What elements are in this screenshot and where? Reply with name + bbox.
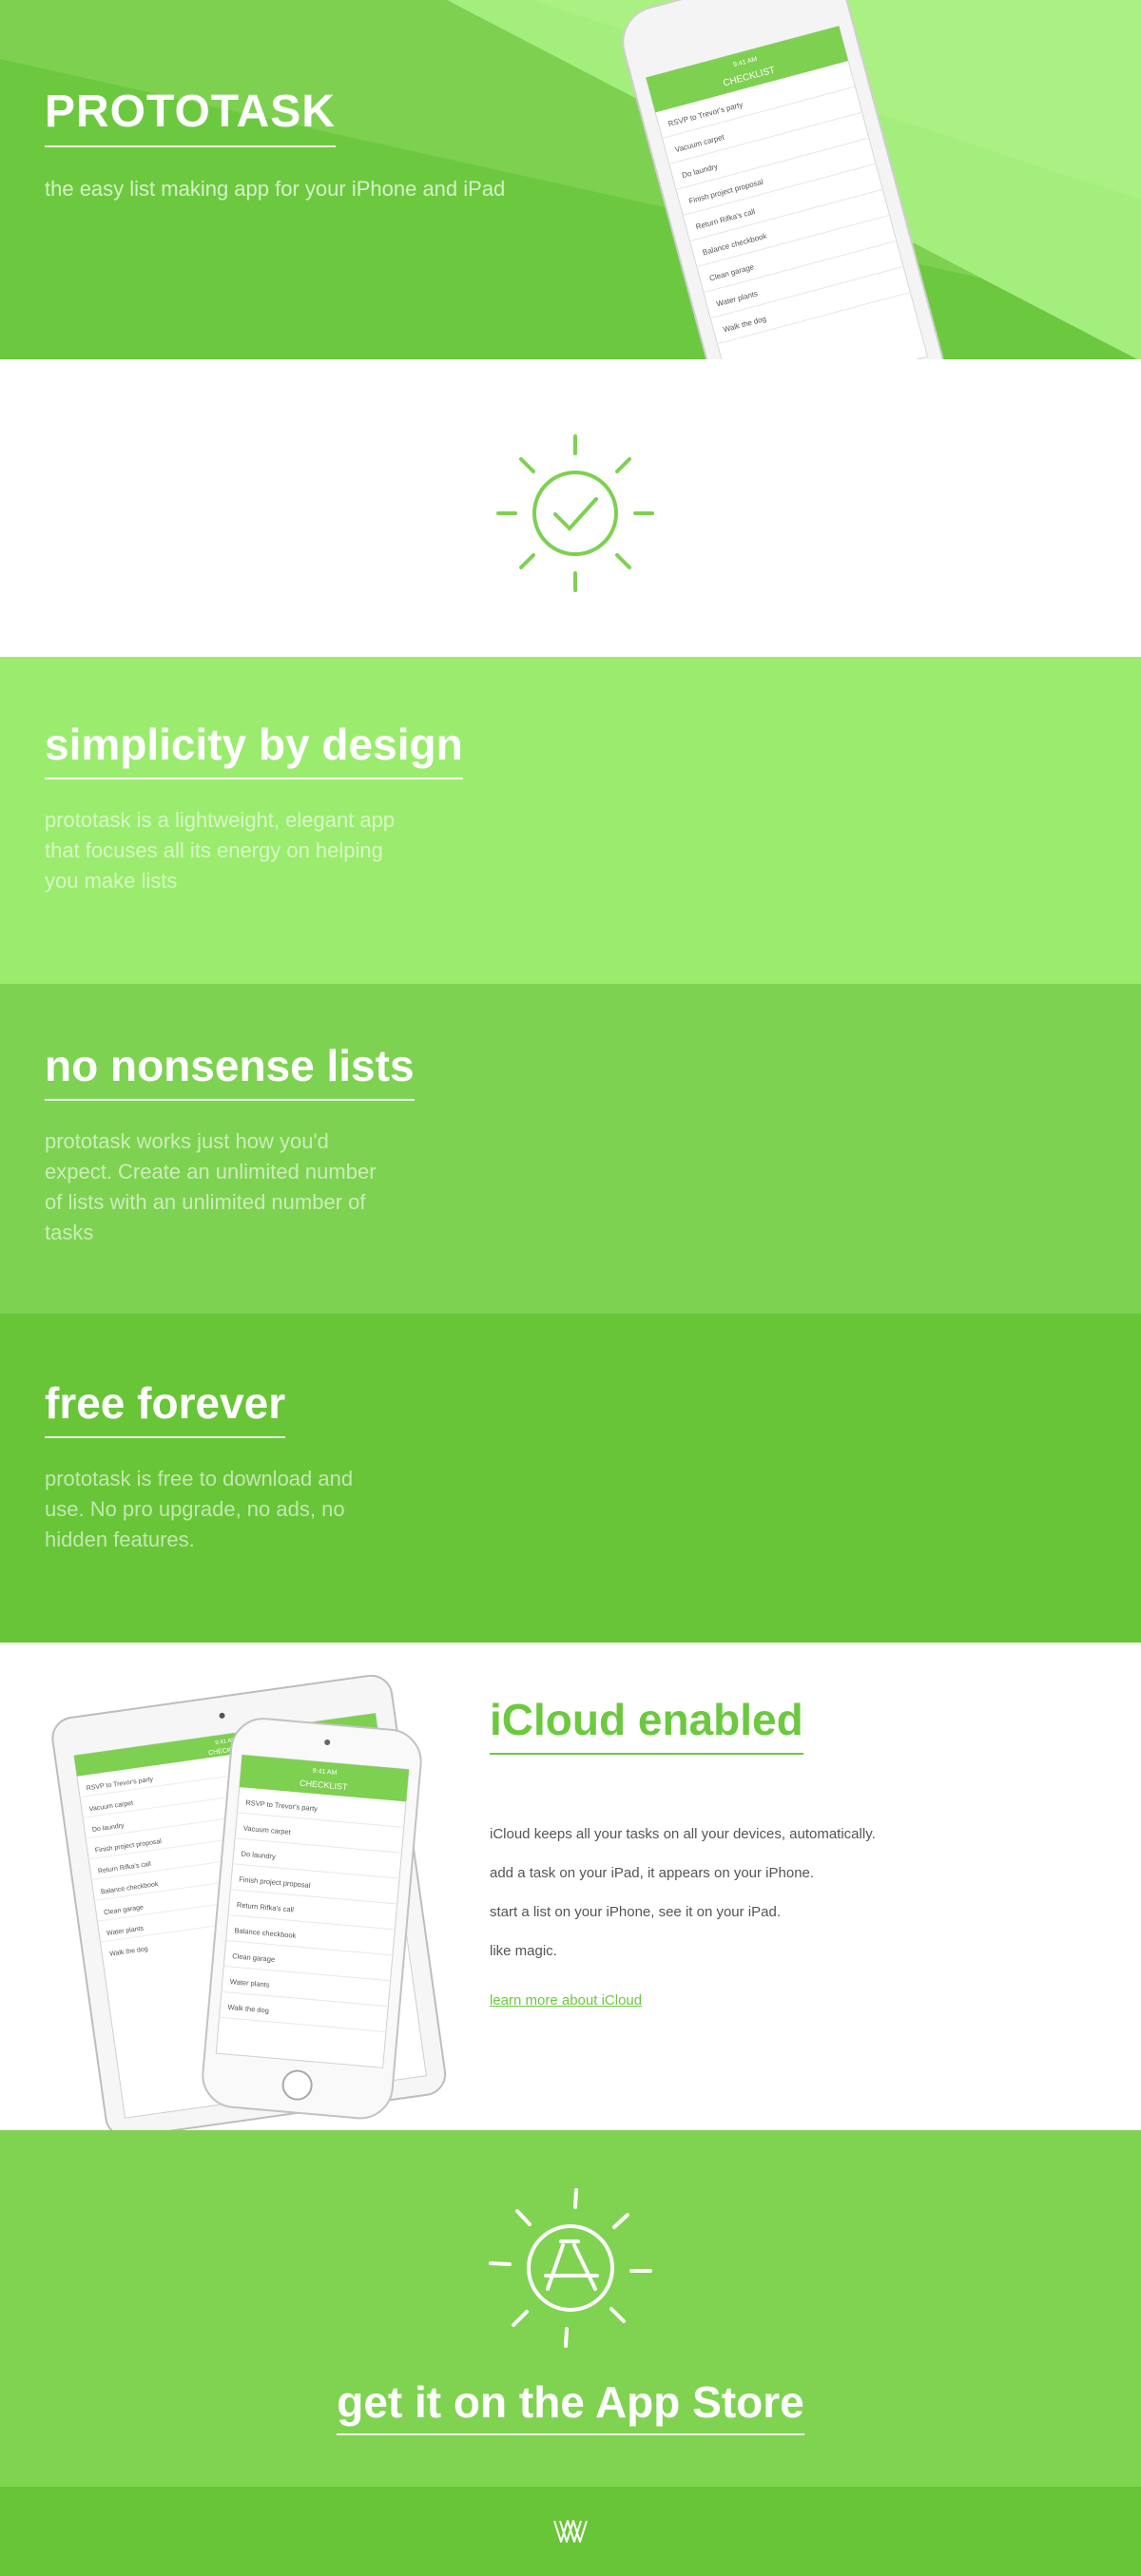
icloud-line: like magic.: [490, 1943, 557, 1959]
feature-body: prototask works just how you'd expect. C…: [45, 1129, 377, 1244]
sun-checkmark-icon: [496, 434, 654, 592]
hero-iphone-image: 9:41 AM CHECKLIST RSVP to Trevor's party…: [622, 0, 944, 359]
feature-no-nonsense: no nonsense lists prototask works just h…: [0, 984, 1141, 1314]
logo-section: [0, 359, 1141, 657]
app-store-link[interactable]: get it on the App Store: [337, 2377, 804, 2435]
hero-section: PROTOTASK the easy list making app for y…: [0, 0, 1141, 359]
icloud-section: 9:41 AM CHECKLIST RSVP to Trevor's party…: [0, 1643, 1141, 2130]
icloud-title: iCloud enabled: [490, 1695, 803, 1755]
feature-body: prototask is a lightweight, elegant app …: [45, 808, 396, 893]
feature-title: simplicity by design: [45, 720, 463, 779]
ipad-iphone-image: 9:41 AM CHECKLIST RSVP to Trevor's party…: [51, 1674, 447, 2130]
learn-more-icloud-link[interactable]: learn more about iCloud: [490, 1992, 642, 2009]
feature-body: prototask is free to download and use. N…: [45, 1467, 354, 1551]
sun-app-store-icon[interactable]: [485, 2182, 656, 2354]
feature-free-forever: free forever prototask is free to downlo…: [0, 1314, 1141, 1643]
feature-title: free forever: [45, 1378, 286, 1438]
app-store-section: get it on the App Store: [0, 2130, 1141, 2487]
ww-monogram-icon: [553, 2520, 588, 2543]
feature-simplicity: simplicity by design prototask is a ligh…: [0, 657, 1141, 984]
footer: [0, 2487, 1141, 2576]
feature-title: no nonsense lists: [45, 1041, 415, 1101]
icloud-line: start a list on your iPhone, see it on y…: [490, 1904, 781, 1920]
icloud-line: iCloud keeps all your tasks on all your …: [490, 1826, 876, 1842]
icloud-line: add a task on your iPad, it appears on y…: [490, 1865, 815, 1881]
